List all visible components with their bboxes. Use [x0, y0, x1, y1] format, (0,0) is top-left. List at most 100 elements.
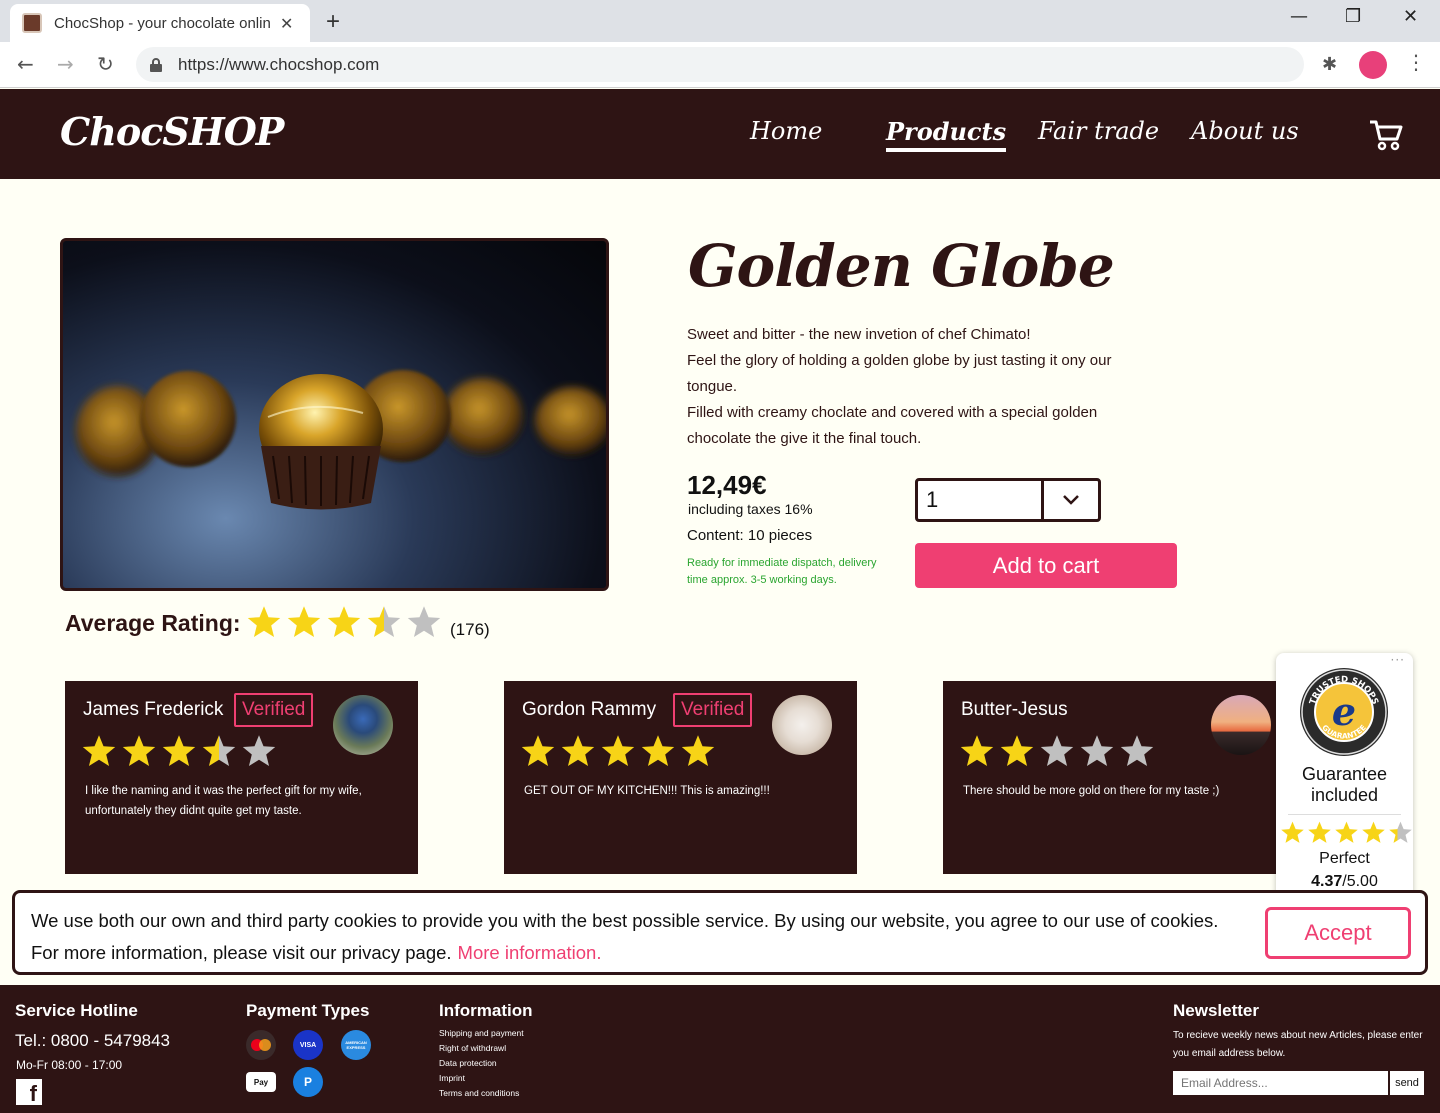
- rating-score: 4.37/5.00: [1276, 873, 1413, 891]
- score-value: 4.37: [1311, 873, 1343, 890]
- reviewer-name: Butter-Jesus: [961, 699, 1068, 720]
- star-icon: [1120, 735, 1154, 766]
- browser-tab-bar: ChocShop - your chocolate onlin ✕ + — ❐ …: [0, 0, 1440, 42]
- product-title: Golden Globe: [688, 232, 1115, 300]
- rating-count: (176): [450, 620, 490, 639]
- reload-icon[interactable]: ↻: [97, 52, 114, 76]
- nav-about-us[interactable]: About us: [1191, 117, 1299, 145]
- description-line: Sweet and bitter - the new invetion of c…: [687, 326, 1031, 343]
- reviewer-avatar: [772, 695, 832, 755]
- reviewer-avatar: [333, 695, 393, 755]
- review-card: Butter-Jesus There should be more gold o…: [943, 681, 1296, 874]
- applepay-icon: Pay: [246, 1072, 276, 1092]
- forward-icon[interactable]: →: [57, 52, 74, 76]
- product-image: [60, 238, 609, 591]
- star-icon: [327, 606, 361, 637]
- information-title: Information: [439, 1001, 533, 1020]
- data-protection-link[interactable]: Data protection: [439, 1058, 497, 1068]
- guarantee-text: Guarantee included: [1301, 764, 1388, 805]
- chevron-down-icon[interactable]: [1044, 481, 1098, 519]
- star-icon: [1281, 821, 1304, 843]
- add-to-cart-button[interactable]: Add to cart: [915, 543, 1177, 588]
- star-icon: [247, 606, 281, 637]
- lock-icon: [150, 57, 162, 72]
- newsletter-title: Newsletter: [1173, 1001, 1259, 1020]
- shipping-payment-link[interactable]: Shipping and payment: [439, 1028, 524, 1038]
- paypal-icon: P: [293, 1067, 323, 1097]
- visa-icon: VISA: [293, 1030, 323, 1060]
- site-logo[interactable]: ChocSHOP: [60, 109, 284, 154]
- star-icon: [242, 735, 276, 766]
- star-icon: [162, 735, 196, 766]
- hotline-phone[interactable]: Tel.: 0800 - 5479843: [15, 1031, 170, 1051]
- facebook-icon[interactable]: f: [16, 1079, 42, 1106]
- score-max: /5.00: [1342, 873, 1378, 890]
- more-options-icon[interactable]: ···: [1391, 653, 1405, 667]
- rating-label: Perfect: [1319, 850, 1370, 867]
- star-icon: [367, 606, 401, 637]
- star-icon: [521, 735, 555, 766]
- new-tab-button[interactable]: +: [326, 8, 340, 36]
- close-window-icon[interactable]: ✕: [1403, 6, 1418, 27]
- imprint-link[interactable]: Imprint: [439, 1073, 465, 1083]
- newsletter-email-input[interactable]: [1173, 1071, 1388, 1095]
- right-of-withdrawal-link[interactable]: Right of withdrawl: [439, 1043, 506, 1053]
- star-icon: [1080, 735, 1114, 766]
- svg-text:e: e: [1332, 689, 1356, 734]
- star-icon: [407, 606, 441, 637]
- review-stars: [81, 733, 277, 769]
- newsletter-send-button[interactable]: send: [1389, 1071, 1424, 1095]
- star-icon: [681, 735, 715, 766]
- nav-products[interactable]: Products: [886, 117, 1007, 152]
- nav-fair-trade[interactable]: Fair trade: [1038, 117, 1159, 145]
- quantity-value: 1: [918, 481, 1044, 519]
- star-icon: [82, 735, 116, 766]
- trusted-shops-stars: [1280, 820, 1413, 845]
- quantity-select[interactable]: 1: [915, 478, 1101, 522]
- reviewer-name: Gordon Rammy: [522, 699, 657, 720]
- terms-link[interactable]: Terms and conditions: [439, 1088, 519, 1098]
- cookie-text: We use both our own and third party cook…: [31, 905, 1251, 969]
- amex-icon: AMERICAN EXPRESS: [341, 1030, 371, 1060]
- star-icon: [1362, 821, 1385, 843]
- site-footer: Service Hotline Tel.: 0800 - 5479843 Mo-…: [0, 985, 1440, 1113]
- review-card: James Frederick Verified I like the nami…: [65, 681, 418, 874]
- cart-icon[interactable]: [1368, 119, 1404, 151]
- reviewer-avatar: [1211, 695, 1271, 755]
- accept-cookies-button[interactable]: Accept: [1265, 907, 1411, 959]
- reviewer-name: James Frederick: [83, 699, 224, 720]
- payment-title: Payment Types: [246, 1001, 370, 1020]
- average-rating-label: Average Rating:: [65, 610, 241, 636]
- star-icon: [1335, 821, 1358, 843]
- star-icon: [1000, 735, 1034, 766]
- newsletter-text: To recieve weekly news about new Article…: [1173, 1030, 1423, 1059]
- cookie-message: We use both our own and third party cook…: [31, 910, 1219, 963]
- star-icon: [960, 735, 994, 766]
- browser-tab[interactable]: ChocShop - your chocolate onlin ✕: [10, 4, 310, 42]
- divider: [1288, 814, 1401, 815]
- browser-menu-icon[interactable]: ⋮: [1406, 50, 1426, 74]
- minimize-icon[interactable]: —: [1290, 6, 1308, 27]
- verified-badge: Verified: [673, 693, 753, 727]
- hotline-title: Service Hotline: [15, 1001, 138, 1020]
- description-line: Feel the glory of holding a golden globe…: [687, 352, 1112, 395]
- review-text: There should be more gold on there for m…: [963, 785, 1220, 797]
- site-header: ChocSHOP Home Products Fair trade About …: [0, 89, 1440, 179]
- close-tab-icon[interactable]: ✕: [280, 14, 293, 33]
- mastercard-icon: [246, 1030, 276, 1060]
- star-icon: [202, 735, 236, 766]
- star-icon: [122, 735, 156, 766]
- trusted-shops-widget[interactable]: ··· TRUSTED SHOPS GUARANTEE e Guarantee …: [1276, 653, 1413, 902]
- cookie-banner: We use both our own and third party cook…: [12, 890, 1428, 975]
- star-icon: [601, 735, 635, 766]
- back-icon[interactable]: ←: [17, 52, 34, 76]
- address-bar[interactable]: https://www.chocshop.com: [136, 47, 1304, 82]
- profile-avatar[interactable]: [1359, 51, 1387, 79]
- hotline-hours: Mo-Fr 08:00 - 17:00: [16, 1058, 123, 1072]
- extensions-icon[interactable]: ✱: [1322, 54, 1337, 75]
- nav-home[interactable]: Home: [750, 117, 822, 145]
- restore-icon[interactable]: ❐: [1345, 6, 1361, 27]
- more-information-link[interactable]: More information.: [458, 942, 602, 963]
- trusted-shops-seal: TRUSTED SHOPS GUARANTEE e: [1300, 668, 1388, 756]
- verified-badge: Verified: [234, 693, 314, 727]
